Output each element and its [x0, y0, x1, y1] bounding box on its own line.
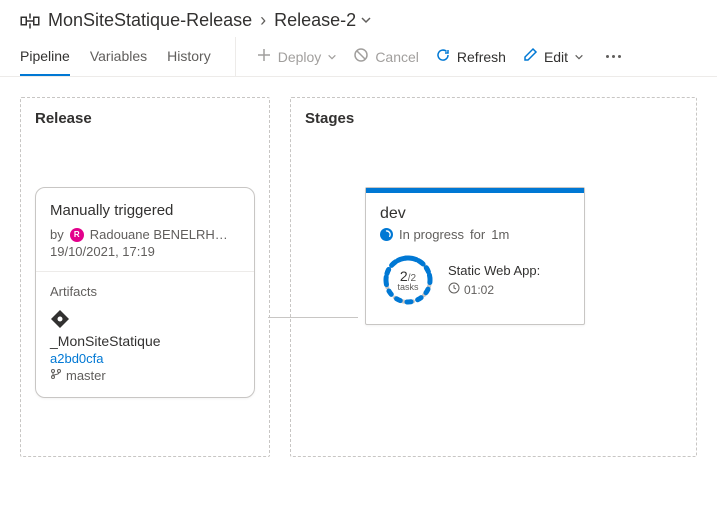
- release-panel-title: Release: [35, 110, 255, 127]
- artifact-branch: master: [50, 368, 240, 383]
- tab-history[interactable]: History: [167, 37, 211, 76]
- breadcrumb: MonSiteStatique-Release › Release-2: [0, 0, 717, 37]
- tabs: Pipeline Variables History: [20, 37, 211, 76]
- artifact-type-icon: [50, 309, 240, 329]
- pipeline-lane: Release Manually triggered by R Radouane…: [0, 77, 717, 477]
- breadcrumb-current[interactable]: Release-2: [274, 10, 372, 31]
- release-user: Radouane BENELRH…: [90, 227, 228, 242]
- release-card[interactable]: Manually triggered by R Radouane BENELRH…: [35, 187, 255, 398]
- release-icon: [20, 11, 40, 31]
- tasks-progress-ring: 2/2 tasks: [380, 252, 436, 308]
- edit-button[interactable]: Edit: [522, 47, 584, 66]
- deploy-label: Deploy: [278, 49, 322, 65]
- current-task-duration: 01:02: [448, 282, 540, 297]
- stages-panel: Stages dev In progress for 1m: [290, 97, 697, 457]
- user-avatar: R: [70, 228, 84, 242]
- chevron-down-icon: [327, 49, 337, 65]
- connector-line: [268, 317, 358, 318]
- artifact-commit-link[interactable]: a2bd0cfa: [50, 351, 240, 366]
- artifacts-label: Artifacts: [50, 284, 240, 299]
- plus-icon: [256, 47, 272, 66]
- stage-name: dev: [380, 205, 570, 223]
- stages-panel-title: Stages: [305, 110, 682, 127]
- tab-toolbar-row: Pipeline Variables History Deploy Cancel…: [0, 37, 717, 77]
- release-timestamp: 19/10/2021, 17:19: [50, 244, 240, 259]
- breadcrumb-current-label: Release-2: [274, 10, 356, 31]
- cancel-button[interactable]: Cancel: [353, 47, 419, 66]
- chevron-down-icon: [360, 10, 372, 31]
- breadcrumb-separator: ›: [260, 10, 266, 31]
- stage-card[interactable]: dev In progress for 1m: [365, 187, 585, 325]
- cancel-label: Cancel: [375, 49, 419, 65]
- release-panel: Release Manually triggered by R Radouane…: [20, 97, 270, 457]
- edit-label: Edit: [544, 49, 568, 65]
- artifact-alias: _MonSiteStatique: [50, 333, 240, 349]
- chevron-down-icon: [574, 49, 584, 65]
- artifact-branch-name: master: [66, 368, 106, 383]
- tasks-label: tasks: [397, 282, 418, 292]
- toolbar: Deploy Cancel Refresh Edit: [235, 37, 627, 76]
- current-task-name: Static Web App:: [448, 263, 540, 278]
- tab-variables[interactable]: Variables: [90, 37, 147, 76]
- stage-duration: 1m: [491, 227, 509, 242]
- cancel-icon: [353, 47, 369, 66]
- refresh-icon: [435, 47, 451, 66]
- task-duration-value: 01:02: [464, 283, 494, 297]
- release-trigger-label: Manually triggered: [50, 202, 240, 219]
- refresh-label: Refresh: [457, 49, 506, 65]
- by-prefix: by: [50, 227, 64, 242]
- stage-status: In progress for 1m: [380, 227, 570, 242]
- release-byline: by R Radouane BENELRH…: [50, 227, 240, 242]
- refresh-button[interactable]: Refresh: [435, 47, 506, 66]
- branch-icon: [50, 368, 62, 383]
- in-progress-icon: [380, 228, 393, 241]
- clock-icon: [448, 282, 460, 297]
- breadcrumb-parent-link[interactable]: MonSiteStatique-Release: [48, 10, 252, 31]
- more-actions-button[interactable]: [600, 51, 627, 62]
- edit-icon: [522, 47, 538, 66]
- deploy-button[interactable]: Deploy: [256, 47, 338, 66]
- stage-status-text: In progress: [399, 227, 464, 242]
- tab-pipeline[interactable]: Pipeline: [20, 37, 70, 76]
- stage-duration-prefix: for: [470, 227, 485, 242]
